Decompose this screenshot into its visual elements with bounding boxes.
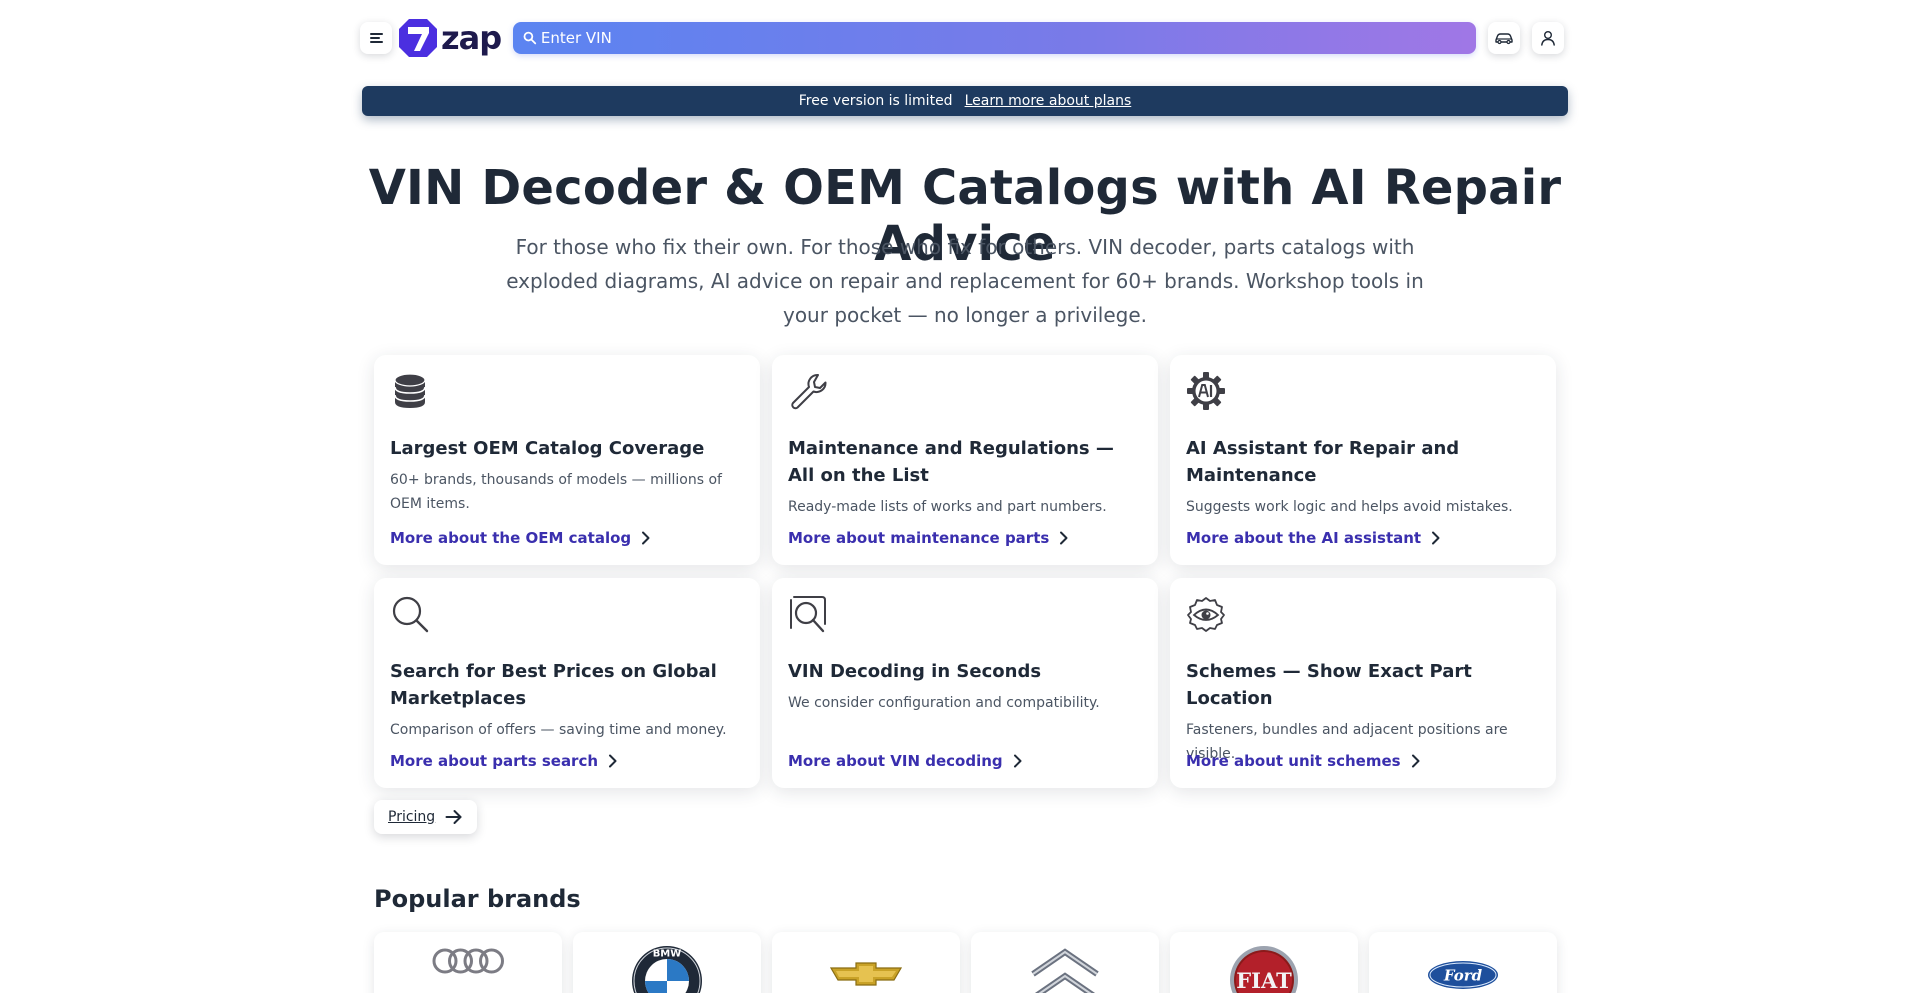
fiat-logo: FIAT bbox=[1230, 946, 1298, 993]
top-bar: zap bbox=[360, 18, 1564, 58]
card-title: AI Assistant for Repair and Maintenance bbox=[1186, 438, 1460, 486]
card-description: 60+ brands, thousands of models — millio… bbox=[390, 472, 722, 512]
chevron-right-icon bbox=[609, 754, 617, 768]
pricing-button[interactable]: Pricing bbox=[374, 800, 478, 834]
chevron-right-icon bbox=[1060, 531, 1068, 545]
card-description: Ready-made lists of works and part numbe… bbox=[788, 499, 1107, 515]
hamburger-icon bbox=[369, 33, 383, 43]
card-description: Suggests work logic and helps avoid mist… bbox=[1186, 499, 1513, 515]
wrench-icon bbox=[791, 374, 827, 410]
popular-brands-title: Popular brands bbox=[374, 885, 581, 913]
citroen-logo bbox=[1031, 948, 1099, 993]
chevron-right-icon bbox=[1013, 754, 1022, 768]
parts-search-link[interactable]: More about parts search bbox=[390, 752, 617, 770]
brand-card-chevrolet[interactable] bbox=[772, 932, 960, 993]
vin-search-icon bbox=[790, 596, 826, 633]
user-icon bbox=[1541, 31, 1555, 46]
feature-card-vin-decoding: VIN Decoding in Seconds We consider conf… bbox=[772, 578, 1158, 788]
garage-button[interactable] bbox=[1488, 22, 1520, 54]
card-title: Maintenance and Regulations — All on the… bbox=[788, 438, 1114, 486]
card-title: Largest OEM Catalog Coverage bbox=[390, 438, 705, 459]
plan-banner: Free version is limited Learn more about… bbox=[362, 86, 1568, 116]
logo-text: zap bbox=[441, 19, 502, 57]
ford-logo-text: Ford bbox=[1443, 967, 1483, 985]
account-button[interactable] bbox=[1532, 22, 1564, 54]
pricing-label: Pricing bbox=[388, 809, 436, 825]
ai-assistant-link[interactable]: More about the AI assistant bbox=[1186, 529, 1440, 547]
ford-logo: Ford bbox=[1428, 961, 1498, 989]
feature-card-parts-search: Search for Best Prices on Global Marketp… bbox=[374, 578, 760, 788]
ai-gear-icon bbox=[1187, 372, 1225, 410]
link-label: More about maintenance parts bbox=[788, 529, 1050, 547]
chevron-right-icon bbox=[1432, 531, 1440, 545]
card-description: Comparison of offers — saving time and m… bbox=[390, 722, 727, 738]
link-label: More about parts search bbox=[390, 752, 599, 770]
card-description: We consider configuration and compatibil… bbox=[788, 695, 1100, 711]
card-title: Schemes — Show Exact Part Location bbox=[1186, 661, 1472, 709]
vin-decoding-link[interactable]: More about VIN decoding bbox=[788, 752, 1022, 770]
maintenance-parts-link[interactable]: More about maintenance parts bbox=[788, 529, 1068, 547]
audi-logo bbox=[432, 948, 504, 974]
search-icon bbox=[392, 596, 429, 633]
feature-card-oem-catalog: Largest OEM Catalog Coverage 60+ brands,… bbox=[374, 355, 760, 565]
link-label: More about the AI assistant bbox=[1186, 529, 1422, 547]
database-icon bbox=[394, 373, 426, 408]
brand-card-fiat[interactable]: FIAT bbox=[1170, 932, 1358, 993]
feature-card-maintenance: Maintenance and Regulations — All on the… bbox=[772, 355, 1158, 565]
page-subtitle: For those who fix their own. For those w… bbox=[506, 235, 1424, 327]
banner-text: Free version is limited bbox=[798, 93, 953, 109]
card-title: VIN Decoding in Seconds bbox=[788, 661, 1042, 682]
vin-input[interactable] bbox=[540, 29, 1476, 47]
vin-search-bar[interactable] bbox=[513, 22, 1476, 54]
chevron-right-icon bbox=[1411, 754, 1420, 768]
link-label: More about unit schemes bbox=[1186, 752, 1401, 770]
brand-card-bmw[interactable]: BMW bbox=[573, 932, 761, 993]
brand-card-ford[interactable]: Ford bbox=[1369, 932, 1557, 993]
oem-catalog-link[interactable]: More about the OEM catalog bbox=[390, 529, 650, 547]
chevrolet-logo bbox=[830, 962, 902, 986]
learn-more-plans-link[interactable]: Learn more about plans bbox=[965, 93, 1132, 109]
link-label: More about the OEM catalog bbox=[390, 529, 632, 547]
unit-schemes-link[interactable]: More about unit schemes bbox=[1186, 752, 1420, 770]
brand-card-audi[interactable] bbox=[374, 932, 562, 993]
zap-logo-icon bbox=[399, 19, 437, 57]
bmw-logo: BMW bbox=[632, 946, 702, 993]
arrow-right-icon bbox=[445, 810, 462, 824]
eye-scheme-icon bbox=[1187, 597, 1225, 632]
brand-card-citroen[interactable] bbox=[971, 932, 1159, 993]
chevron-right-icon bbox=[642, 531, 650, 545]
link-label: More about VIN decoding bbox=[788, 752, 1003, 770]
bmw-logo-text: BMW bbox=[653, 949, 682, 960]
fiat-logo-text: FIAT bbox=[1236, 968, 1292, 993]
logo[interactable]: zap bbox=[398, 18, 502, 58]
feature-card-schemes: Schemes — Show Exact Part Location Faste… bbox=[1170, 578, 1556, 788]
card-title: Search for Best Prices on Global Marketp… bbox=[390, 661, 717, 709]
feature-card-ai-assistant: AI Assistant for Repair and Maintenance … bbox=[1170, 355, 1556, 565]
menu-button[interactable] bbox=[360, 22, 392, 54]
search-icon bbox=[523, 31, 537, 45]
car-icon bbox=[1495, 33, 1513, 45]
